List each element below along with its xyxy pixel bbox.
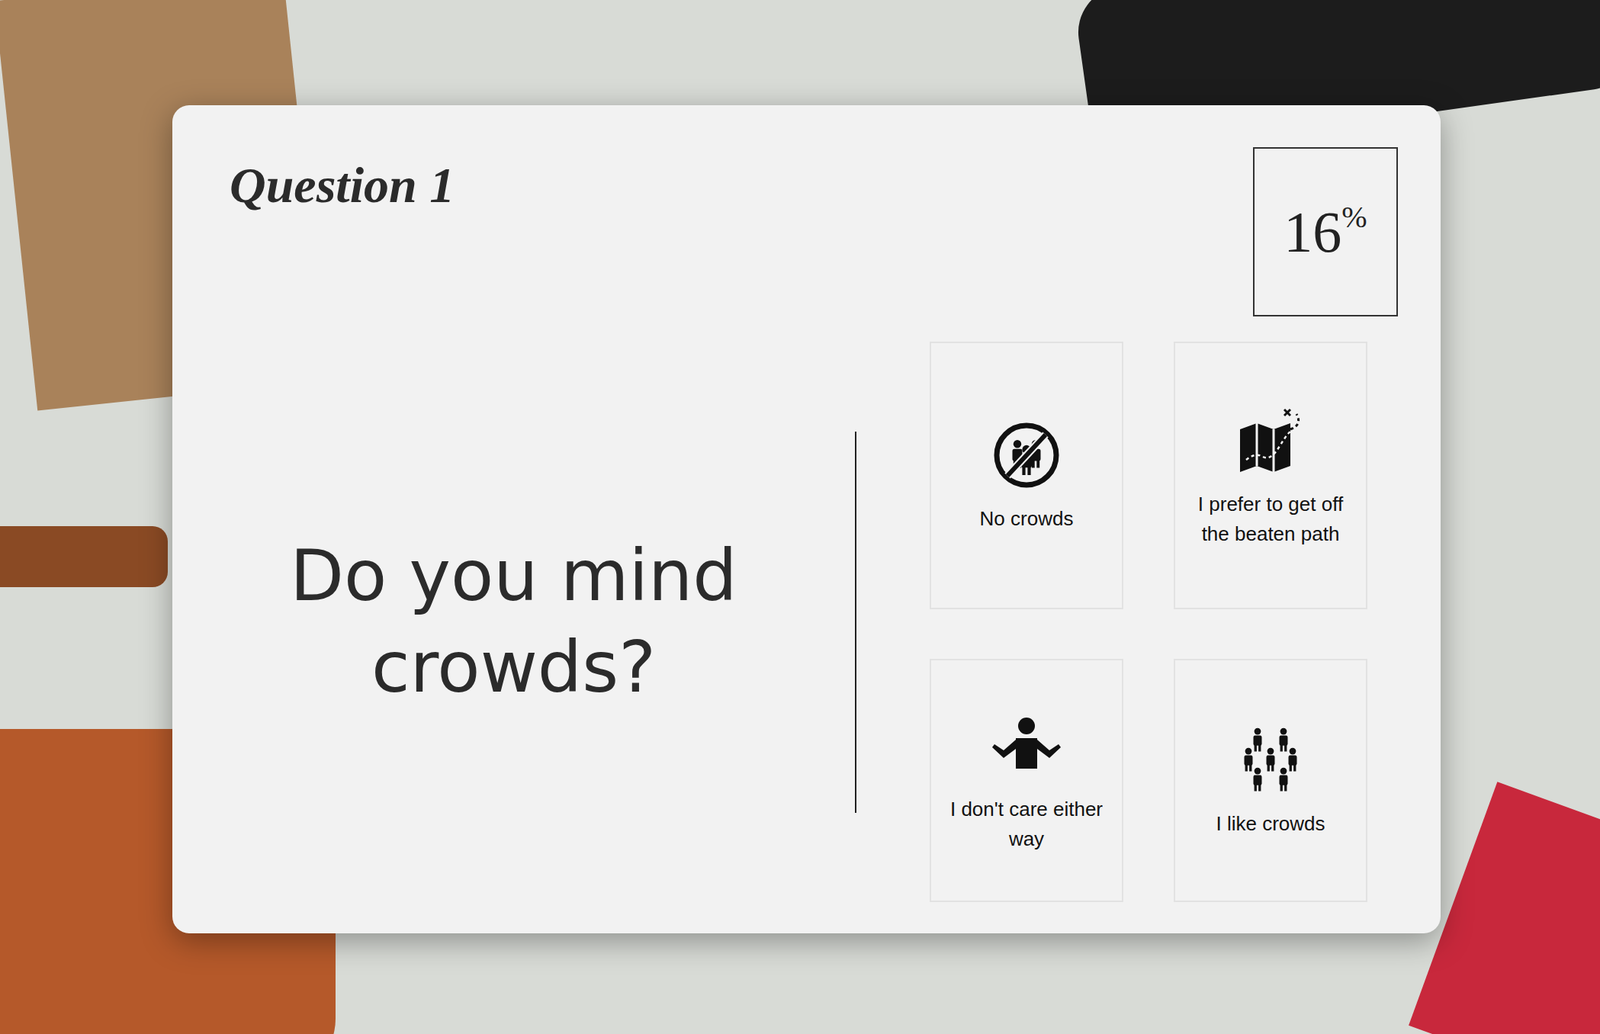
progress-value: 16 <box>1283 202 1342 261</box>
divider <box>854 431 857 813</box>
card-body: Do you mind crowds? No crowds I prefer to… <box>172 341 1441 903</box>
question-area: Do you mind crowds? <box>172 341 855 903</box>
strap-shape <box>0 526 168 588</box>
option-card[interactable]: I like crowds <box>1173 658 1368 903</box>
option-label: I don't care either way <box>938 794 1115 855</box>
option-label: I prefer to get off the beaten path <box>1182 489 1359 550</box>
page: Question 1 16% Do you mind crowds? No cr… <box>0 0 1600 1034</box>
question-text: Do you mind crowds? <box>269 530 759 714</box>
card-wrap: Question 1 16% Do you mind crowds? No cr… <box>0 0 1600 934</box>
option-label: I like crowds <box>1215 809 1325 839</box>
option-card[interactable]: No crowds <box>929 341 1124 610</box>
no-crowds-icon <box>992 417 1061 494</box>
shrug-icon <box>988 707 1065 784</box>
map-icon <box>1232 402 1309 479</box>
card-header: Question 1 16% <box>172 105 1441 317</box>
option-card[interactable]: I prefer to get off the beaten path <box>1173 341 1368 610</box>
crowd-icon <box>1236 722 1305 799</box>
question-card: Question 1 16% Do you mind crowds? No cr… <box>172 105 1441 934</box>
progress-box: 16% <box>1253 147 1398 317</box>
options-grid: No crowds I prefer to get off the beaten … <box>929 341 1368 903</box>
question-number: Question 1 <box>229 154 455 216</box>
option-label: No crowds <box>979 504 1074 534</box>
progress-unit: % <box>1341 202 1367 233</box>
option-card[interactable]: I don't care either way <box>929 658 1124 903</box>
